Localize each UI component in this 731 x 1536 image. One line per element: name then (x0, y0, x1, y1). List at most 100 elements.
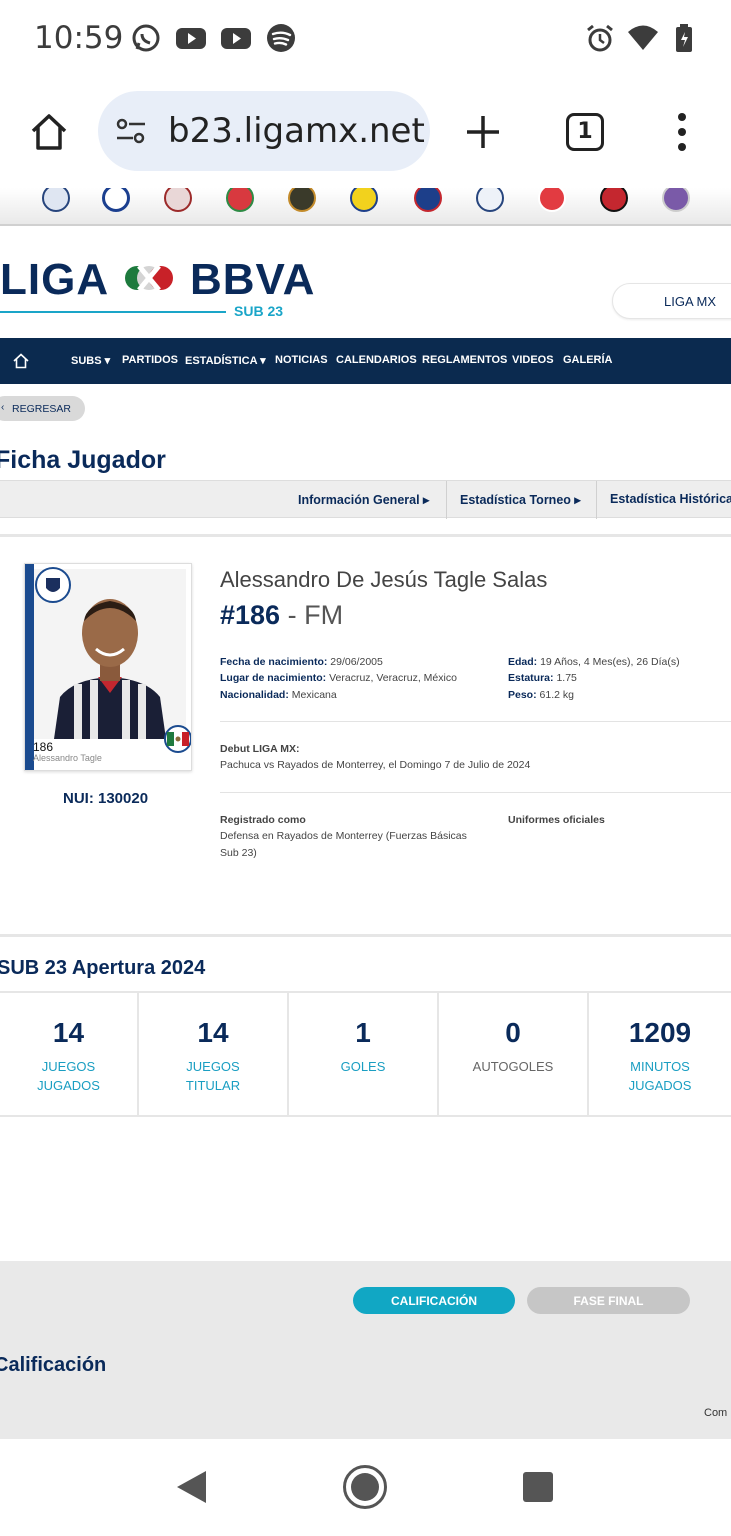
logo-underline (0, 311, 226, 313)
team-logo[interactable] (102, 188, 130, 212)
stat-juegos-jugados: 14 JUEGOS JUGADOS (0, 993, 139, 1117)
player-nui: NUI: 130020 (63, 790, 149, 807)
calificacion-trailing-text: Com (704, 1407, 728, 1419)
back-button[interactable]: ‹ REGRESAR (0, 396, 85, 421)
team-logo[interactable] (662, 188, 690, 212)
info-divider (220, 721, 731, 722)
stat-label: GOLES (340, 1059, 386, 1074)
team-logo[interactable] (164, 188, 192, 212)
page-title: Ficha Jugador (0, 446, 166, 474)
site-settings-icon[interactable] (114, 115, 148, 147)
stat-goles: 1 GOLES (289, 993, 439, 1117)
status-time: 10:59 (34, 20, 124, 56)
chevron-left-icon: ‹ (1, 402, 5, 413)
nav-item-subs[interactable]: SUBS ▾ (71, 354, 110, 367)
team-logo[interactable] (600, 188, 628, 212)
weight: Peso: 61.2 kg (508, 689, 574, 701)
nav-item-videos[interactable]: VIDEOS (512, 354, 554, 366)
info-divider (220, 792, 731, 793)
player-number-position: #186 - FM (220, 600, 343, 631)
home-nav-icon[interactable] (13, 353, 29, 369)
url-bar[interactable]: b23.ligamx.net (98, 91, 430, 171)
tab-informacion-general[interactable]: Información General ▸ (298, 492, 429, 507)
tab-estadistica-torneo[interactable]: Estadística Torneo ▸ (460, 492, 581, 507)
profile-tabs: Información General ▸ Estadística Torneo… (0, 480, 731, 519)
logo-text-liga: LIGA (0, 255, 108, 304)
battery-icon (676, 24, 692, 52)
stat-value: 14 (52, 1017, 85, 1048)
team-logo[interactable] (414, 188, 442, 212)
team-badge-icon (35, 567, 71, 603)
ligamx-logo-icon (124, 264, 173, 292)
uniforms-label[interactable]: Uniformes oficiales (508, 814, 605, 826)
stats-row: 14 JUEGOS JUGADOS 14 JUEGOS TITULAR 1 GOLE… (0, 991, 731, 1117)
liga-mx-button[interactable]: LIGA MX (612, 283, 731, 319)
recents-nav-icon[interactable] (522, 1471, 554, 1503)
youtube-icon (221, 28, 251, 49)
spotify-icon (267, 24, 295, 52)
stat-minutos-jugados: 1209 MINUTOS JUGADOS (589, 993, 731, 1117)
home-nav-button-icon[interactable] (342, 1464, 388, 1510)
logo-text-bbva: BBVA (189, 255, 316, 304)
logo-sub: SUB 23 (234, 303, 284, 319)
stat-autogoles: 0 AUTOGOLES (439, 993, 589, 1117)
registered-value-cont: Sub 23) (220, 847, 257, 859)
stat-value: 1209 (628, 1017, 692, 1048)
debut-value: Pachuca vs Rayados de Monterrey, el Domi… (220, 759, 531, 771)
more-menu-icon[interactable] (672, 112, 692, 152)
team-logo[interactable] (476, 188, 504, 212)
back-label: REGRESAR (12, 403, 71, 415)
stat-label: AUTOGOLES (472, 1059, 554, 1074)
tab-divider (446, 481, 447, 519)
nav-item-calendarios[interactable]: CALENDARIOS (336, 354, 417, 366)
card-name: Alessandro Tagle (33, 753, 102, 763)
back-nav-icon[interactable] (174, 1469, 208, 1505)
youtube-icon (176, 28, 206, 49)
fase-final-pill-button[interactable]: FASE FINAL (527, 1287, 690, 1314)
stat-juegos-titular: 14 JUEGOS TITULAR (139, 993, 289, 1117)
team-logo[interactable] (350, 188, 378, 212)
tab-estadistica-historica[interactable]: Estadística Histórica (610, 492, 731, 506)
calificacion-section: CALIFICACIÓN FASE FINAL Calificación Com (0, 1261, 731, 1439)
team-logo[interactable] (538, 188, 566, 212)
nav-item-partidos[interactable]: PARTIDOS (122, 354, 178, 366)
stat-label: MINUTOS JUGADOS (628, 1059, 692, 1093)
calificacion-title: Calificación (0, 1354, 107, 1376)
home-icon[interactable] (28, 111, 70, 153)
alarm-icon (587, 24, 613, 52)
team-logos-strip (0, 188, 731, 226)
site-logo[interactable]: LIGA BBVA (0, 255, 315, 305)
status-bar: 10:59 (0, 0, 731, 76)
team-logo[interactable] (288, 188, 316, 212)
tab-switcher-button[interactable]: 1 (566, 113, 604, 151)
age: Edad: 19 Años, 4 Mes(es), 26 Día(s) (508, 656, 680, 668)
tournament-title: SUB 23 Apertura 2024 (0, 957, 206, 979)
new-tab-icon[interactable] (465, 114, 501, 150)
player-photo-card: 186 Alessandro Tagle (24, 563, 192, 771)
whatsapp-icon (132, 24, 160, 52)
birth-date: Fecha de nacimiento: 29/06/2005 (220, 656, 383, 668)
nav-item-estadistica[interactable]: ESTADÍSTICA ▾ (185, 354, 266, 367)
height: Estatura: 1.75 (508, 672, 577, 684)
team-logo[interactable] (42, 188, 70, 212)
team-logo[interactable] (226, 188, 254, 212)
player-position: FM (304, 600, 344, 630)
nav-item-noticias[interactable]: NOTICIAS (275, 354, 328, 366)
player-number: #186 (220, 600, 281, 630)
nav-item-galeria[interactable]: GALERÍA (563, 354, 613, 366)
debut-label: Debut LIGA MX: (220, 743, 300, 755)
number-position-separator: - (280, 600, 305, 630)
stat-value: 14 (197, 1017, 229, 1048)
mexico-flag-icon (164, 725, 191, 753)
url-text: b23.ligamx.net (168, 111, 425, 151)
system-nav-bar (0, 1439, 731, 1536)
stat-value: 0 (505, 1017, 521, 1048)
card-number: 186 (33, 740, 54, 754)
calificacion-pill-button[interactable]: CALIFICACIÓN (353, 1287, 515, 1314)
stat-label: JUEGOS JUGADOS (37, 1059, 100, 1093)
registered-value: Defensa en Rayados de Monterrey (Fuerzas… (220, 830, 467, 842)
section-divider (0, 934, 731, 937)
nav-item-reglamentos[interactable]: REGLAMENTOS (422, 354, 507, 366)
main-nav: SUBS ▾ PARTIDOS ESTADÍSTICA ▾ NOTICIAS C… (0, 338, 731, 384)
nationality: Nacionalidad: Mexicana (220, 689, 337, 701)
